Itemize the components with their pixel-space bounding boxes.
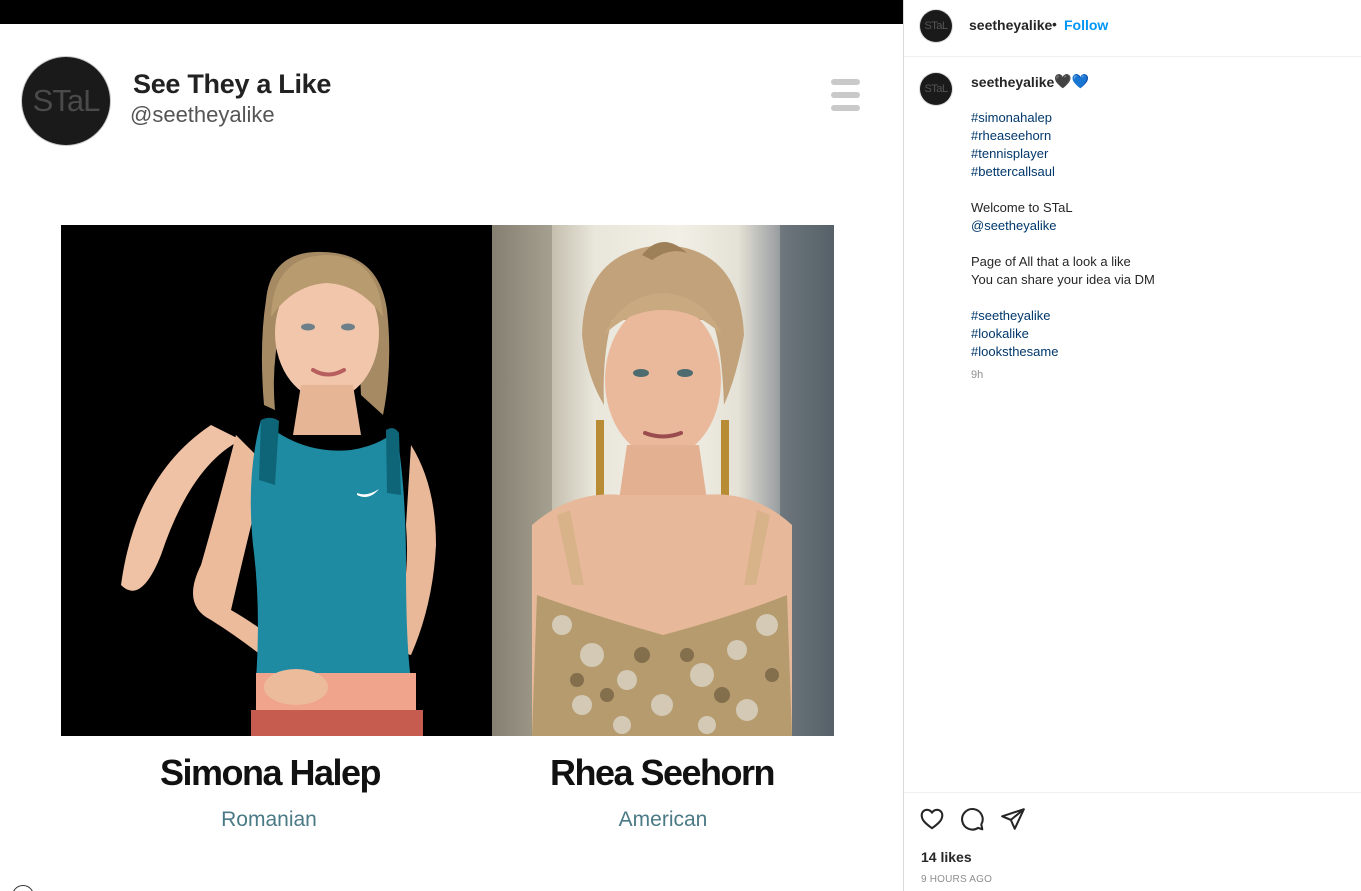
caption-avatar-text: STaL: [924, 83, 948, 95]
caption-line: Welcome to STaL: [971, 200, 1073, 215]
hashtag-link[interactable]: #bettercallsaul: [971, 163, 1331, 181]
hashtag-link[interactable]: #simonahalep: [971, 109, 1331, 127]
hashtag-link[interactable]: #rheaseehorn: [971, 127, 1331, 145]
caption-hearts: 🖤💙: [1054, 73, 1089, 90]
card-avatar: STaL: [22, 57, 110, 145]
hashtag-link[interactable]: #lookalike: [971, 325, 1331, 343]
caption-line: You can share your idea via DM: [971, 272, 1155, 287]
comment-icon[interactable]: [959, 806, 985, 832]
caption-username-link[interactable]: seetheyalike: [971, 74, 1054, 90]
person-name-right: Rhea Seehorn: [549, 752, 776, 793]
hashtag-link[interactable]: #seetheyalike: [971, 307, 1331, 325]
hashtag-link[interactable]: #looksthesame: [971, 343, 1331, 361]
header-username-link[interactable]: seetheyalike: [969, 17, 1052, 33]
heart-icon[interactable]: [919, 806, 945, 832]
mention-link[interactable]: @seetheyalike: [971, 217, 1331, 235]
caption-text: #simonahalep #rheaseehorn #tennisplayer …: [971, 109, 1331, 361]
actress-illustration: [492, 225, 834, 736]
post-header: STaL seetheyalike • Follow: [904, 0, 1361, 57]
actions-divider: [904, 792, 1361, 793]
blue-heart-icon: 💙: [1071, 73, 1089, 89]
header-avatar[interactable]: STaL: [920, 10, 952, 42]
image-top-bar: [0, 0, 903, 24]
post-image[interactable]: STaL See They a Like @seetheyalike Simon…: [0, 0, 903, 891]
corner-circle-icon: [12, 885, 34, 891]
post-side-panel: STaL seetheyalike • Follow STaL seetheya…: [903, 0, 1361, 891]
follow-button[interactable]: Follow: [1064, 17, 1108, 33]
caption-timestamp[interactable]: 9h: [971, 369, 983, 381]
nationality-left: Romanian: [221, 808, 317, 831]
card-title: See They a Like: [133, 69, 332, 99]
share-icon[interactable]: [1000, 806, 1026, 832]
tennis-player-illustration: [61, 225, 492, 736]
person-name-left: Simona Halep: [159, 752, 382, 793]
photo-left: [61, 225, 492, 736]
post-age[interactable]: 9 HOURS AGO: [921, 874, 992, 885]
caption-line: Page of All that a look a like: [971, 254, 1131, 269]
card-handle: @seetheyalike: [130, 102, 275, 127]
header-avatar-text: STaL: [924, 20, 948, 32]
photo-right: [492, 225, 834, 736]
likes-count[interactable]: 14 likes: [921, 849, 972, 865]
card-avatar-text: STaL: [32, 83, 101, 118]
hashtag-link[interactable]: #tennisplayer: [971, 145, 1331, 163]
nationality-right: American: [618, 808, 708, 831]
caption-avatar[interactable]: STaL: [920, 73, 952, 105]
header-separator: •: [1052, 16, 1057, 32]
black-heart-icon: 🖤: [1054, 73, 1072, 89]
hamburger-menu-icon: [831, 79, 860, 113]
